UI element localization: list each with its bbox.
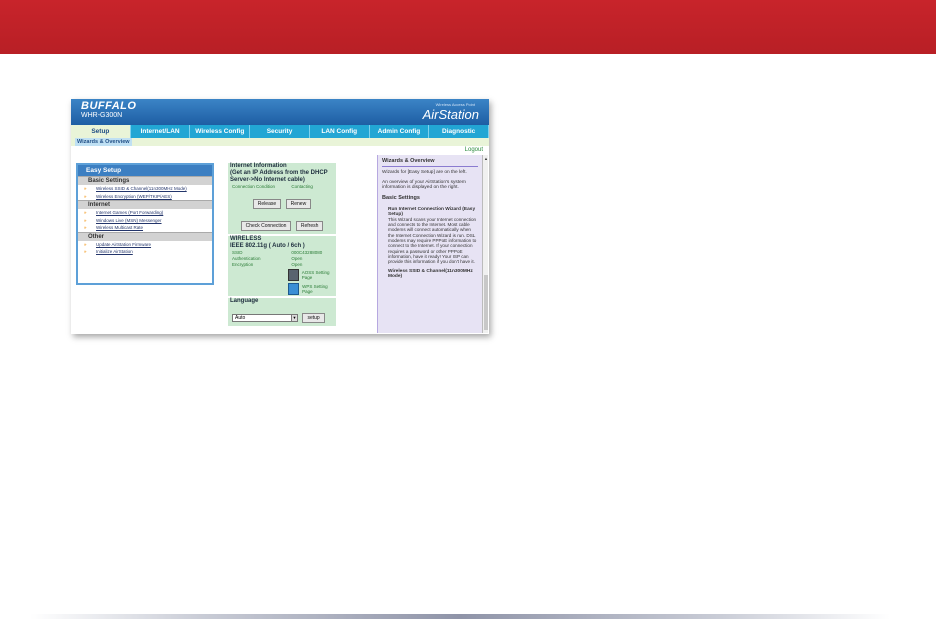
arrow-icon: » [84,210,87,215]
tab-setup[interactable]: Setup [71,125,131,138]
chevron-down-icon: ▼ [291,315,297,321]
logout-link[interactable]: Logout [465,147,483,153]
wireless-panel: WIRELESS IEEE 802.11g ( Auto / 6ch ) SSI… [228,236,336,296]
scroll-up-icon[interactable]: ▲ [484,156,488,161]
arrow-icon: » [84,217,87,223]
footer-divider [30,614,890,619]
language-select[interactable]: Auto ▼ [232,314,298,322]
arrow-icon: » [84,249,87,254]
link-initialize[interactable]: » Initialize AirStation [78,248,212,256]
help-wizard-text: This Wizard scans your Internet connecti… [388,216,477,265]
scroll-thumb[interactable] [484,275,488,330]
link-windows-live[interactable]: » Windows Live (MSN) Messenger [78,217,212,225]
link-wireless-encryption[interactable]: » Wireless Encryption (WEP/TKIP/AES) [78,193,212,201]
link-wireless-ssid[interactable]: » Wireless SSID & Channel(11n300MHz Mode) [78,185,212,193]
check-connection-button[interactable]: Check Connection [240,221,292,231]
arrow-icon: » [84,225,87,230]
router-admin-screenshot: BUFFALO WHR-G300N Wireless Access Point … [71,99,489,334]
encryption-row: Encryption Open [232,262,303,267]
section-basic-settings: Basic Settings [78,176,212,185]
sub-tabs: Wizards & Overview [71,138,489,146]
aoss-icon [288,269,299,281]
link-multicast-rate[interactable]: » Wireless Multicast Rate [78,224,212,232]
wps-icon [288,283,300,295]
internet-info-subtitle: (Get an IP Address from the DHCP Server-… [230,170,328,183]
connection-condition: Connection Condition Contacting [232,184,313,189]
aoss-link[interactable]: AOSS Setting Page [228,268,336,282]
easy-setup-title: Easy Setup [78,165,212,176]
arrow-icon: » [84,186,87,191]
help-basic-settings: Basic Settings [382,194,420,201]
help-title: Wizards & Overview [382,158,478,167]
wps-link[interactable]: WPS Setting Page [228,282,336,296]
help-text-2: An overview of your AirStation's system … [382,179,466,191]
subtab-wizards-overview[interactable]: Wizards & Overview [75,138,132,146]
router-header: BUFFALO WHR-G300N Wireless Access Point … [71,99,489,125]
easy-setup-panel: Easy Setup Basic Settings » Wireless SSID… [76,163,214,285]
tab-lan-config[interactable]: LAN Config [310,125,370,138]
section-other: Other [78,231,212,241]
language-setup-button[interactable]: setup [302,313,325,323]
renew-button[interactable]: Renew [285,199,312,209]
status-column: Internet Information (Get an IP Address … [228,163,336,328]
tab-internet-lan[interactable]: Internet/LAN [131,125,191,138]
language-title: Language [230,298,259,304]
top-banner [0,0,936,54]
tab-diagnostic[interactable]: Diagnostic [429,125,489,138]
help-text-1: Wizards for [Easy Setup] are on the left… [382,170,467,175]
internet-info-title: Internet Information [230,163,287,169]
main-tabs: Setup Internet/LAN Wireless Config Secur… [71,125,489,138]
help-scrollbar[interactable]: ▲ [482,155,488,333]
language-panel: Language Auto ▼ setup [228,298,336,326]
link-update-firmware[interactable]: » Update AirStation Firmware [78,241,212,249]
help-panel: Wizards & Overview Wizards for [Easy Set… [377,155,482,333]
help-ssid-heading: Wireless SSID & Channel(11n300MHz Mode) [388,269,473,280]
product-name: AirStation [422,107,479,122]
arrow-icon: » [84,193,87,199]
internet-info-panel: Internet Information (Get an IP Address … [228,163,336,234]
arrow-icon: » [84,241,87,247]
wireless-title: WIRELESS [230,236,262,242]
release-button[interactable]: Release [252,199,282,209]
tab-admin-config[interactable]: Admin Config [370,125,430,138]
help-wizard-heading: Run Internet Connection Wizard (Easy Set… [388,206,476,217]
link-internet-games[interactable]: » Internet Games (Port Forwarding) [78,209,212,217]
tab-security[interactable]: Security [250,125,310,138]
model-name: WHR-G300N [81,112,123,119]
tab-wireless-config[interactable]: Wireless Config [190,125,251,138]
brand-logo: BUFFALO [81,100,137,112]
wireless-mode: IEEE 802.11g ( Auto / 6ch ) [230,243,305,249]
refresh-button[interactable]: Refresh [295,221,324,231]
section-internet: Internet [78,200,212,209]
